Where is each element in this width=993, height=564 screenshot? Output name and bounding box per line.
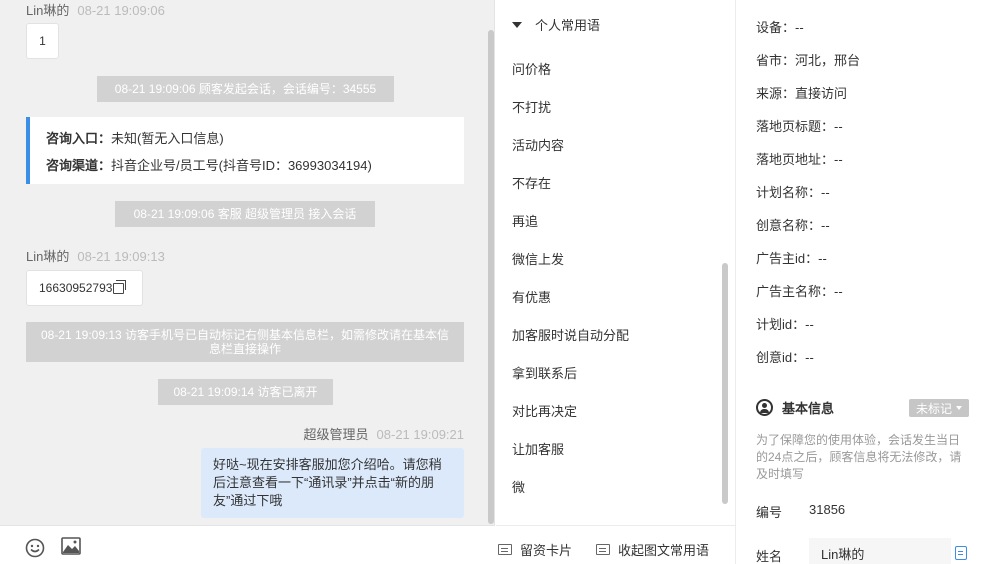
consult-info-card: 咨询入口：未知(暂无入口信息) 咨询渠道：抖音企业号/员工号(抖音号ID：369… — [26, 117, 464, 184]
phrase-item[interactable]: 微信上发 — [512, 249, 564, 268]
info-row-landing-url: 落地页地址：-- — [756, 152, 843, 167]
lead-card-button[interactable]: 留资卡片 — [498, 540, 572, 559]
document-icon[interactable] — [955, 546, 967, 560]
info-row-landing-title: 落地页标题：-- — [756, 119, 843, 134]
emoji-icon[interactable] — [25, 538, 45, 558]
collapse-phrases-label: 收起图文常用语 — [618, 543, 710, 558]
info-row-advertiser-name: 广告主名称：-- — [756, 284, 843, 299]
collapse-phrases-button[interactable]: 收起图文常用语 — [596, 540, 709, 559]
chevron-down-icon — [956, 406, 962, 410]
message-time: 08-21 19:09:13 — [77, 249, 165, 264]
consult-channel-row: 咨询渠道：抖音企业号/员工号(抖音号ID：36993034194) — [46, 152, 464, 179]
message-text: 1 — [39, 34, 46, 48]
message-sender-row: Lin琳的 08-21 19:09:13 — [26, 246, 165, 265]
phrase-item[interactable]: 问价格 — [512, 59, 551, 78]
system-message: 08-21 19:09:13 访客手机号已自动标记右侧基本信息栏，如需修改请在基… — [26, 322, 464, 362]
message-bubble-own: 好哒~现在安排客服加您介绍哈。请您稍后注意查看一下“通讯录”并点击“新的朋友”通… — [201, 448, 464, 518]
phrase-item[interactable]: 让加客服 — [512, 439, 564, 458]
name-input[interactable] — [809, 538, 951, 564]
consult-entry-row: 咨询入口：未知(暂无入口信息) — [46, 125, 464, 152]
message-sender-row: 超级管理员 08-21 19:09:21 — [304, 424, 464, 443]
basic-info-title-text: 基本信息 — [782, 401, 835, 416]
phrase-item[interactable]: 不存在 — [512, 173, 551, 192]
info-row-creative-id: 创意id：-- — [756, 350, 814, 365]
name-label: 姓名 — [756, 549, 783, 564]
chat-toolbar — [0, 525, 495, 564]
phrase-item[interactable]: 有优惠 — [512, 287, 551, 306]
consult-entry-label: 咨询入口： — [46, 131, 112, 146]
message-time: 08-21 19:09:06 — [77, 3, 165, 18]
phrase-item[interactable]: 对比再决定 — [512, 401, 577, 420]
chat-scrollbar[interactable] — [488, 30, 494, 524]
id-value: 31856 — [809, 502, 846, 517]
chat-panel: Lin琳的 08-21 19:09:06 1 08-21 19:09:06 顾客发… — [0, 0, 495, 564]
visitor-info-panel: 设备：-- 省市：河北，邢台 来源：直接访问 落地页标题：-- 落地页地址：--… — [737, 0, 993, 564]
system-message: 08-21 19:09:06 客服 超级管理员 接入会话 — [115, 201, 375, 227]
message-text: 好哒~现在安排客服加您介绍哈。请您稍后注意查看一下“通讯录”并点击“新的朋友”通… — [213, 457, 442, 508]
system-message-text: 08-21 19:09:13 访客手机号已自动标记右侧基本信息栏，如需修改请在基… — [40, 328, 450, 356]
common-phrases-panel: 个人常用语 问价格 不打扰 活动内容 不存在 再追 微信上发 有优惠 加客服时说… — [496, 0, 736, 564]
tag-select-value: 未标记 — [915, 401, 952, 416]
lead-card-label: 留资卡片 — [520, 543, 573, 558]
phrase-item[interactable]: 加客服时说自动分配 — [512, 325, 629, 344]
system-message-text: 08-21 19:09:06 顾客发起会话，会话编号：34555 — [114, 82, 377, 96]
info-row-advertiser-id: 广告主id：-- — [756, 251, 827, 266]
sender-name: 超级管理员 — [303, 427, 369, 442]
consult-entry-value: 未知(暂无入口信息) — [111, 131, 224, 146]
info-row-source: 来源：直接访问 — [756, 86, 848, 101]
sender-name: Lin琳的 — [26, 3, 70, 18]
info-row-device: 设备：-- — [756, 20, 804, 35]
system-message: 08-21 19:09:06 顾客发起会话，会话编号：34555 — [97, 76, 394, 102]
message-time: 08-21 19:09:21 — [376, 427, 464, 442]
sender-name: Lin琳的 — [26, 249, 70, 264]
phrase-item[interactable]: 活动内容 — [512, 135, 564, 154]
caret-down-icon — [512, 21, 522, 28]
phrases-group-header[interactable]: 个人常用语 — [512, 15, 600, 34]
system-message-text: 08-21 19:09:06 客服 超级管理员 接入会话 — [133, 207, 357, 221]
image-icon[interactable] — [61, 537, 81, 555]
phrase-item[interactable]: 微 — [512, 477, 525, 496]
phrases-footer: 留资卡片 收起图文常用语 — [496, 525, 736, 564]
phrase-item[interactable]: 拿到联系后 — [512, 363, 577, 382]
system-message-text: 08-21 19:09:14 访客已离开 — [173, 385, 318, 399]
consult-channel-value: 抖音企业号/员工号(抖音号ID：36993034194) — [111, 158, 372, 173]
edit-notice: 为了保障您的使用体验，会话发生当日的24点之后，顾客信息将无法修改，请及时填写 — [756, 433, 962, 481]
message-list[interactable]: Lin琳的 08-21 19:09:06 1 08-21 19:09:06 顾客发… — [0, 0, 495, 525]
info-row-region: 省市：河北，邢台 — [756, 53, 861, 68]
info-row-plan-id: 计划id：-- — [756, 317, 814, 332]
consult-channel-label: 咨询渠道： — [46, 158, 112, 173]
message-bubble: 16630952793 — [26, 270, 143, 306]
message-text: 16630952793 — [39, 281, 113, 295]
phrase-item[interactable]: 不打扰 — [512, 97, 551, 116]
copy-icon[interactable] — [113, 279, 127, 294]
card-icon — [498, 544, 512, 555]
card-icon — [596, 544, 610, 555]
message-sender-row: Lin琳的 08-21 19:09:06 — [26, 0, 165, 19]
phrases-group-title: 个人常用语 — [535, 18, 601, 33]
phrase-item[interactable]: 再追 — [512, 211, 538, 230]
system-message: 08-21 19:09:14 访客已离开 — [158, 379, 333, 405]
info-row-creative-name: 创意名称：-- — [756, 218, 830, 233]
tag-select[interactable]: 未标记 — [909, 399, 969, 417]
id-label: 编号 — [756, 505, 783, 520]
phrases-scrollbar[interactable] — [722, 263, 728, 504]
message-bubble: 1 — [26, 23, 59, 59]
info-row-plan-name: 计划名称：-- — [756, 185, 830, 200]
basic-info-title: 基本信息 — [756, 398, 834, 417]
user-icon — [756, 399, 773, 416]
